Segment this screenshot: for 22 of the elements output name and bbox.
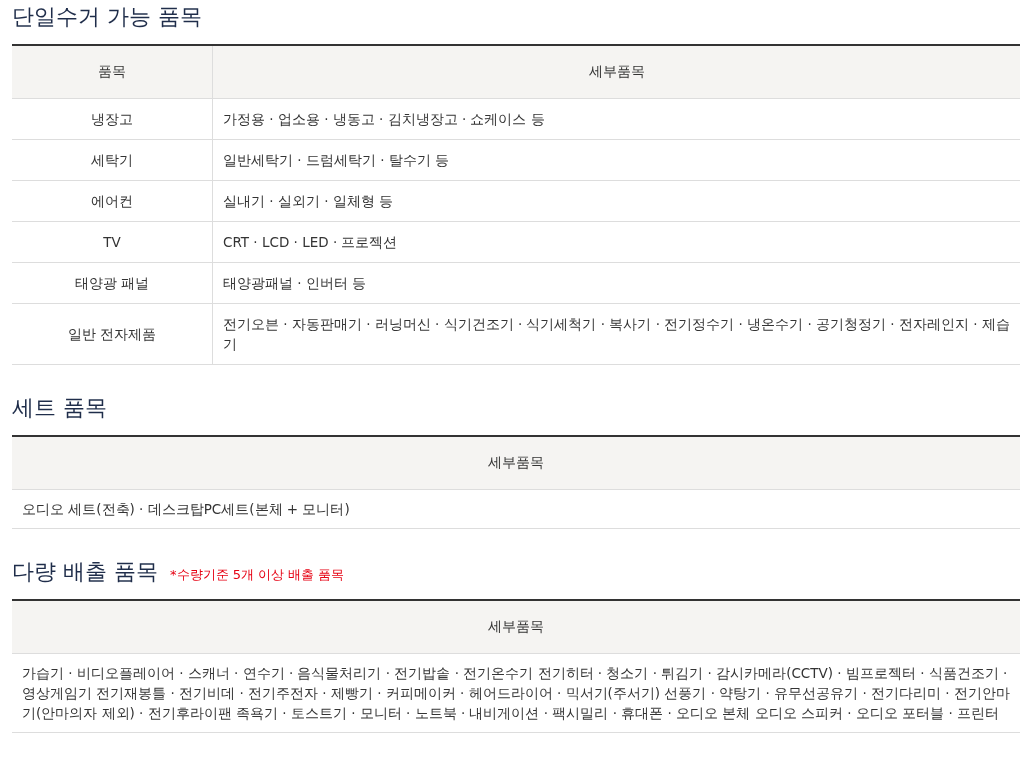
table-cell: 일반세탁기 · 드럼세탁기 · 탈수기 등 bbox=[212, 139, 1020, 181]
table-cell: CRT · LCD · LED · 프로젝션 bbox=[212, 221, 1020, 263]
table-cell: 오디오 세트(전축) · 데스크탑PC세트(본체 + 모니터) bbox=[12, 489, 1020, 529]
table-cell: 일반 전자제품 bbox=[12, 303, 213, 365]
table-cell: 전기오븐 · 자동판매기 · 러닝머신 · 식기건조기 · 식기세척기 · 복사기 · 전기정수기 · 냉온수기 · 공기청정기 · 전자레인지 · 제습기 bbox=[212, 303, 1020, 365]
table-cell: 에어컨 bbox=[12, 180, 213, 222]
column-header: 세부품목 bbox=[12, 600, 1020, 654]
section-title: 세트 품목 bbox=[12, 394, 107, 422]
table-cell: 태양광패널 · 인버터 등 bbox=[212, 262, 1020, 304]
table-cell: 가정용 · 업소용 · 냉동고 · 김치냉장고 · 쇼케이스 등 bbox=[212, 98, 1020, 140]
table-cell: 가습기 · 비디오플레이어 · 스캐너 · 연수기 · 음식물처리기 · 전기밥솥 · 전기온수기 전기히터 · 청소기 · 튀김기 · 감시카메라(CCTV) · 빔프로젝터 · 식품건조기 · 영상게임기 전기재봉틀 · 전기비데 · 전기주전자 · 제빵기 · 커피메이커 · 헤어드라이어 · 믹서기(주서기) 선풍기 · 약탕기 · 유무선공유기 · 전기다리미 · 전기안마기(안마의자 제외) · 전기후라이팬 족욕기 · 토스트기 · 모니터 · 노트북 · 내비게이션 · 팩시밀리 · 휴대폰 · 오디오 본체 오디오 스피커 · 오디오 포터블 · 프린터 bbox=[12, 653, 1020, 733]
table-cell: 냉장고 bbox=[12, 98, 213, 140]
table-cell: TV bbox=[12, 221, 213, 263]
column-header: 세부품목 bbox=[212, 45, 1020, 99]
table-cell: 세탁기 bbox=[12, 139, 213, 181]
table-cell: 태양광 패널 bbox=[12, 262, 213, 304]
section-title: 다량 배출 품목 bbox=[12, 558, 158, 586]
section-title: 단일수거 가능 품목 bbox=[12, 3, 202, 31]
section-note: *수량기준 5개 이상 배출 품목 bbox=[170, 566, 345, 584]
table-cell: 실내기 · 실외기 · 일체형 등 bbox=[212, 180, 1020, 222]
column-header: 품목 bbox=[12, 45, 213, 99]
column-header: 세부품목 bbox=[12, 436, 1020, 490]
